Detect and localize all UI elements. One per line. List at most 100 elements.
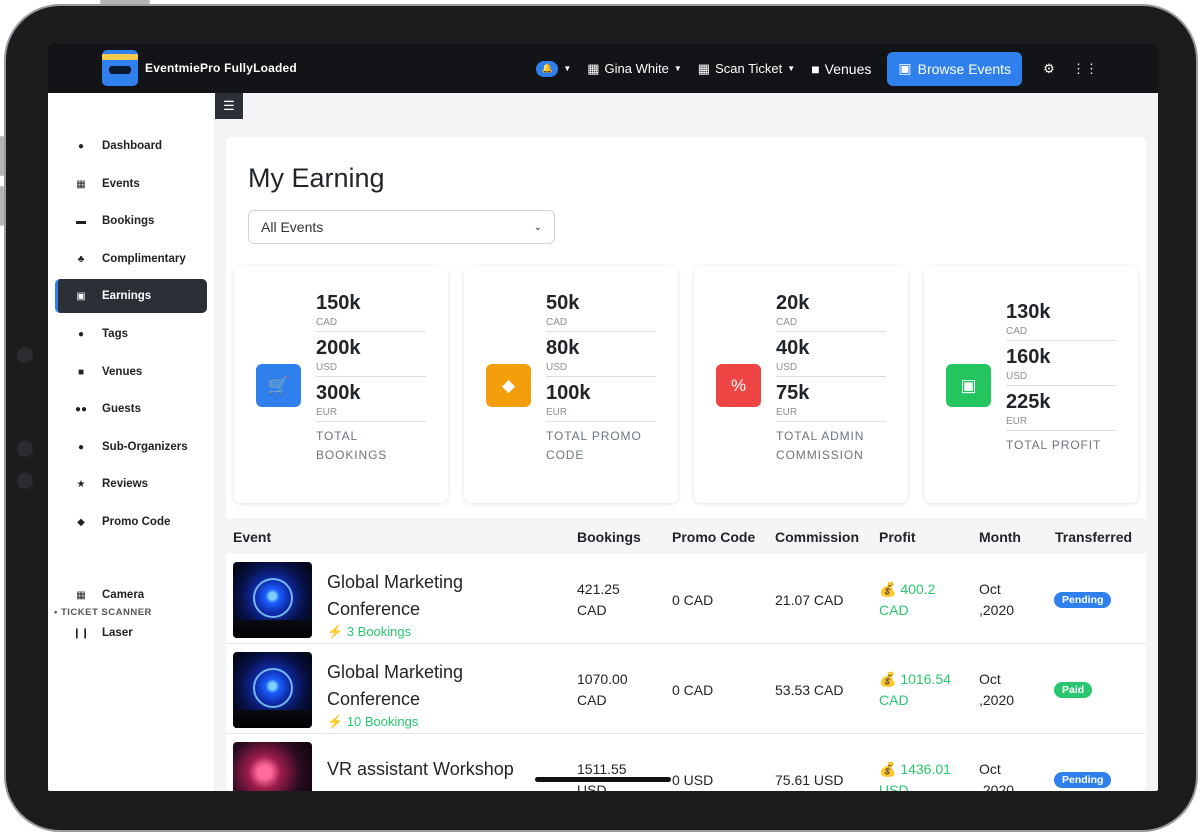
column-header-bookings[interactable]: Bookings — [577, 529, 641, 545]
bookings-amount: 1070.00 CAD — [577, 669, 628, 711]
bookings-count-text: 10 Bookings — [346, 714, 419, 729]
event-filter-select[interactable]: All Events ⌄ — [248, 210, 555, 244]
venues-link[interactable]: ■ Venues — [811, 61, 871, 77]
browse-events-button[interactable]: ▣ Browse Events — [887, 51, 1022, 86]
organizer-icon: ● — [77, 441, 85, 453]
card-label-line: BOOKINGS — [316, 448, 388, 462]
sidebar-item-bookings[interactable]: ▬ Bookings — [48, 204, 214, 238]
event-thumbnail[interactable] — [233, 652, 312, 728]
app-logo[interactable] — [102, 50, 138, 86]
sidebar-item-camera[interactable]: ▦ Camera — [48, 578, 214, 612]
sidebar-item-label: Promo Code — [102, 516, 171, 528]
sidebar-item-label: Dashboard — [102, 140, 163, 152]
stat-currency: USD — [1006, 371, 1116, 386]
month: Oct ,2020 — [979, 579, 1014, 621]
bell-icon: 🔔 — [536, 60, 559, 77]
total-bookings-card: 🛒 150k CAD 200k USD 300k EUR TOTAL BOOKIN… — [234, 266, 448, 503]
sidebar-item-reviews[interactable]: ★ Reviews — [48, 467, 214, 501]
sensor-dot — [17, 441, 33, 457]
cart-icon: 🛒 — [256, 364, 301, 407]
scan-ticket-dropdown[interactable]: ▦ Scan Ticket ▼ — [698, 61, 795, 77]
card-label-line: TOTAL PROMO — [546, 429, 642, 443]
sidebar-item-label: Bookings — [102, 215, 155, 227]
sidebar: ● Dashboard ▦ Events ▬ Bookings ♣ Compli… — [48, 93, 214, 791]
card-label: TOTAL PROFIT — [1006, 438, 1102, 452]
sidebar-item-label: Guests — [102, 403, 141, 415]
stat-value: 80k — [546, 337, 580, 359]
sidebar-item-venues[interactable]: ■ Venues — [48, 355, 214, 389]
month: Oct ,2020 — [979, 669, 1014, 711]
browse-events-label: Browse Events — [917, 60, 1011, 77]
map-icon: ■ — [811, 60, 820, 77]
promo-amount: 0 CAD — [672, 592, 714, 608]
event-thumbnail[interactable] — [233, 742, 312, 791]
month-line: Oct — [979, 581, 1001, 597]
card-label: TOTAL PROMO CODE — [546, 427, 656, 465]
card-label-line: TOTAL — [316, 429, 359, 443]
stat-currency: CAD — [1006, 326, 1116, 341]
event-filter-value: All Events — [261, 219, 324, 235]
sidebar-item-events[interactable]: ▦ Events — [48, 167, 214, 201]
column-header-commission[interactable]: Commission — [775, 529, 859, 545]
stat-currency: USD — [546, 362, 656, 377]
sidebar-item-label: Complimentary — [102, 253, 186, 265]
wallet-icon: ▣ — [76, 290, 86, 302]
amount-line: 421.25 — [577, 581, 620, 597]
qrcode-icon: ▦ — [697, 60, 711, 76]
event-name-line: Conference — [327, 689, 421, 709]
total-admin-commission-card: % 20k CAD 40k USD 75k EUR TOTAL ADMIN COM… — [694, 266, 908, 503]
wallet-icon: ▣ — [946, 364, 991, 407]
stat-currency: USD — [316, 362, 426, 377]
settings-gear-icon[interactable]: ⚙ — [1036, 61, 1062, 77]
sidebar-item-earnings[interactable]: ▣ Earnings — [55, 279, 207, 313]
sidebar-item-sub-organizers[interactable]: ● Sub-Organizers — [48, 430, 214, 464]
column-header-month[interactable]: Month — [979, 529, 1021, 545]
sidebar-item-label: Events — [102, 178, 140, 190]
chevron-down-icon: ⌄ — [533, 221, 542, 233]
sidebar-item-complimentary[interactable]: ♣ Complimentary — [48, 242, 214, 276]
stat-value: 300k — [316, 382, 361, 404]
calendar-icon: ▦ — [76, 178, 86, 190]
stat-value: 200k — [316, 337, 361, 359]
table-row[interactable]: Global Marketing Conference ⚡ 3 Bookings … — [226, 554, 1146, 644]
notifications-dropdown[interactable]: 🔔 ▼ — [536, 60, 571, 77]
stat-currency: CAD — [776, 317, 886, 332]
event-name-line: Global Marketing — [327, 572, 464, 592]
sidebar-item-label: Reviews — [102, 478, 149, 490]
sidebar-item-guests[interactable]: ●● Guests — [48, 392, 214, 426]
table-row[interactable]: VR assistant Workshop 1511.55 USD 0 USD 7… — [226, 734, 1146, 791]
bookings-count: ⚡ 3 Bookings — [327, 624, 411, 640]
column-header-event[interactable]: Event — [233, 529, 271, 545]
money-bag-icon: 💰 — [879, 761, 897, 777]
amount-line: USD — [577, 782, 607, 791]
sidebar-item-dashboard[interactable]: ● Dashboard — [48, 129, 214, 163]
table-row[interactable]: Global Marketing Conference ⚡ 10 Bookings… — [226, 644, 1146, 734]
event-thumbnail[interactable] — [233, 562, 312, 638]
tag-icon: ◆ — [486, 364, 531, 407]
profit-amount: 💰 400.2 CAD — [879, 579, 935, 621]
stat-value: 75k — [776, 382, 810, 404]
sidebar-toggle-hamburger-icon[interactable]: ☰ — [215, 93, 243, 119]
brand-name[interactable]: EventmiePro FullyLoaded — [145, 61, 297, 75]
stat-currency: CAD — [316, 317, 426, 332]
amount-line: 1436.01 — [900, 761, 951, 777]
column-header-transferred[interactable]: Transferred — [1055, 529, 1132, 545]
calendar-icon: ▣ — [898, 60, 912, 76]
sidebar-item-label: Venues — [102, 366, 143, 378]
sidebar-item-promo-code[interactable]: ◆ Promo Code — [48, 505, 214, 539]
user-menu-dropdown[interactable]: ▦ Gina White ▼ — [587, 61, 682, 77]
column-header-profit[interactable]: Profit — [879, 529, 916, 545]
sidebar-item-laser[interactable]: ❙❙ Laser — [48, 616, 214, 650]
amount-line: CAD — [577, 602, 607, 618]
commission-amount: 21.07 CAD — [775, 592, 844, 608]
event-name[interactable]: Global Marketing Conference — [327, 569, 517, 623]
amount-line: 400.2 — [900, 581, 936, 597]
column-header-promo-code[interactable]: Promo Code — [672, 529, 755, 545]
apps-grid-icon[interactable]: ⋮⋮ — [1072, 61, 1098, 77]
event-name[interactable]: Global Marketing Conference — [327, 659, 517, 713]
volume-button — [0, 136, 4, 176]
event-name[interactable]: VR assistant Workshop — [327, 756, 557, 783]
star-icon: ★ — [76, 478, 86, 490]
card-label-line: TOTAL ADMIN — [776, 429, 865, 443]
sidebar-item-tags[interactable]: ● Tags — [48, 317, 214, 351]
